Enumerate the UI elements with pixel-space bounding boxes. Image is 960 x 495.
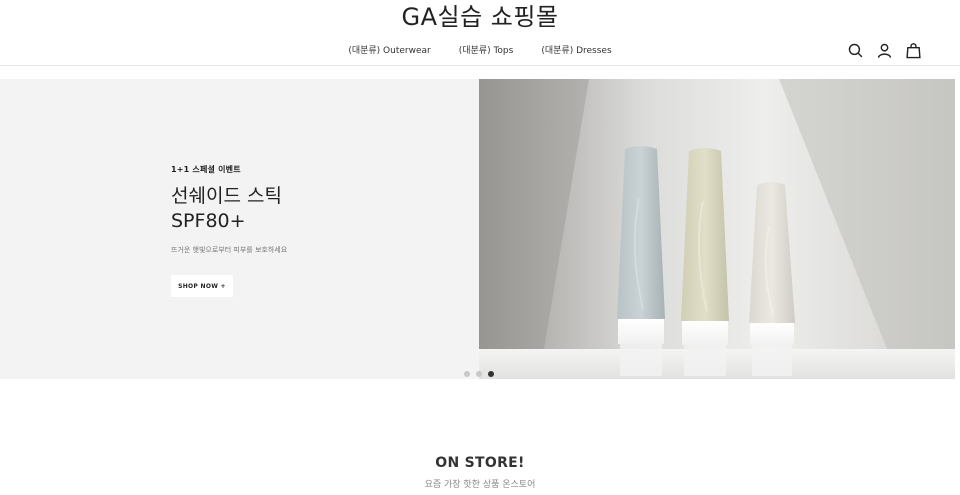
section-subtitle: 요즘 가장 핫한 상품 온스토어 xyxy=(424,480,536,490)
header-actions xyxy=(847,42,922,59)
carousel-dot-1[interactable] xyxy=(464,371,470,377)
main-nav: (대분류) Outerwear (대분류) Tops (대분류) Dresses xyxy=(0,40,960,62)
hero-headline-line1: 선쉐이드 스틱 xyxy=(171,185,282,207)
carousel-dots xyxy=(464,371,494,377)
hero-text: 1+1 스페셜 이벤트 선쉐이드 스틱 SPF80+ 뜨거운 햇빛으로부터 피부… xyxy=(171,164,287,297)
search-icon[interactable] xyxy=(847,42,864,59)
hero-product-image xyxy=(479,79,955,379)
header-divider xyxy=(0,65,960,66)
nav-item-dresses[interactable]: (대분류) Dresses xyxy=(541,40,611,62)
shop-now-button[interactable]: SHOP NOW + xyxy=(171,275,233,297)
shopping-bag-icon[interactable] xyxy=(905,42,922,59)
user-icon[interactable] xyxy=(876,42,893,59)
section-title: ON STORE! xyxy=(435,455,525,471)
hero-eyebrow: 1+1 스페셜 이벤트 xyxy=(171,165,241,174)
site-title[interactable]: GA실습 쇼핑몰 xyxy=(0,0,960,34)
hero-subcopy: 뜨거운 햇빛으로부터 피부를 보호하세요 xyxy=(171,246,288,254)
product-photo-illustration xyxy=(479,79,955,379)
hero-banner[interactable]: 1+1 스페셜 이벤트 선쉐이드 스틱 SPF80+ 뜨거운 햇빛으로부터 피부… xyxy=(0,79,955,379)
hero-headline-line2: SPF80+ xyxy=(171,210,246,232)
nav-item-outerwear[interactable]: (대분류) Outerwear xyxy=(348,40,430,62)
nav-item-tops[interactable]: (대분류) Tops xyxy=(459,40,514,62)
carousel-dot-3[interactable] xyxy=(488,371,494,377)
carousel-dot-2[interactable] xyxy=(476,371,482,377)
hero-headline: 선쉐이드 스틱 SPF80+ xyxy=(171,184,287,234)
